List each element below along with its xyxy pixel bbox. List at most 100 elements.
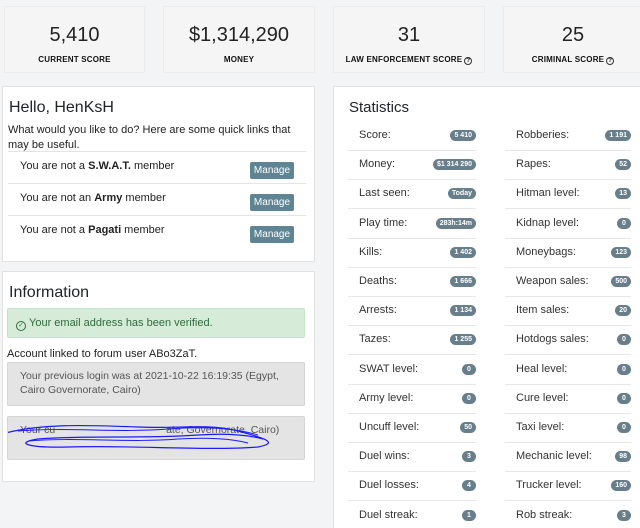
help-icon[interactable]: ? xyxy=(464,57,473,65)
stat-label: Mechanic level: xyxy=(516,450,592,463)
manage-army-button[interactable]: Manage xyxy=(250,194,294,211)
statistics-panel: Statistics Score: 5 410 Money: $1 314 290 La… xyxy=(333,86,640,528)
stat-label: Rob streak: xyxy=(516,508,573,521)
stat-row: Play time: 283h:14m xyxy=(348,210,476,239)
stat-row: Last seen: Today xyxy=(348,180,476,210)
membership-row-pagati: You are not a Pagati member Manage xyxy=(8,215,306,247)
stat-row: Item sales: 20 xyxy=(505,297,631,327)
membership-text: You are not an Army member xyxy=(20,192,166,204)
stat-value-badge: 0 xyxy=(617,363,631,375)
stat-value-badge: 1 666 xyxy=(450,276,476,287)
stat-value-badge: 0 xyxy=(617,422,631,433)
stat-row: Money: $1 314 290 xyxy=(348,151,476,181)
stat-label: Arrests: xyxy=(359,304,397,317)
stat-value-badge: 0 xyxy=(617,334,631,346)
membership-text: You are not a S.W.A.T. member xyxy=(20,160,175,172)
stat-row: Score: 5 410 xyxy=(348,122,476,151)
hello-intro: What would you like to do? Here are some… xyxy=(8,124,291,151)
stat-label: LAW ENFORCEMENT SCORE xyxy=(345,55,463,64)
email-verified-alert: ✓ Your email address has been verified. xyxy=(7,308,305,338)
manage-pagati-button[interactable]: Manage xyxy=(250,226,294,243)
stat-row: Duel losses: 4 xyxy=(348,472,476,502)
stat-value-badge: 13 xyxy=(615,188,631,200)
stat-row: Cure level: 0 xyxy=(505,385,631,414)
stat-row: Rapes: 52 xyxy=(505,151,631,181)
stat-row: Tazes: 1 255 xyxy=(348,326,476,356)
stat-value-badge: 160 xyxy=(611,480,631,492)
stat-value-badge: 50 xyxy=(460,422,476,433)
stat-label: Duel losses: xyxy=(359,479,419,492)
stat-row: Rob streak: 3 xyxy=(505,502,631,528)
stat-label-wrap: CRIMINAL SCORE? xyxy=(504,55,640,65)
stat-value-badge: 0 xyxy=(617,392,631,404)
membership-row-army: You are not an Army member Manage xyxy=(8,183,306,215)
stat-row: Army level: 0 xyxy=(348,385,476,414)
stat-value-badge: 4 xyxy=(462,480,476,492)
stat-row: Uncuff level: 50 xyxy=(348,414,476,443)
stat-label: Hitman level: xyxy=(516,187,580,200)
stat-value-badge: $1 314 290 xyxy=(432,159,476,171)
statistics-title: Statistics xyxy=(349,99,410,116)
manage-swat-button[interactable]: Manage xyxy=(250,162,294,179)
membership-row-swat: You are not a S.W.A.T. member Manage xyxy=(8,151,306,183)
stat-label: Tazes: xyxy=(359,333,391,346)
previous-login-box: Your previous login was at 2021-10-22 16… xyxy=(7,362,305,406)
stat-value-badge: 20 xyxy=(615,305,631,317)
stat-label-wrap: LAW ENFORCEMENT SCORE? xyxy=(334,55,484,65)
stat-row: Arrests: 1 134 xyxy=(348,297,476,327)
stat-row: Robberies: 1 191 xyxy=(505,122,631,151)
stat-value-badge: 3 xyxy=(617,509,631,521)
stat-value-badge: 52 xyxy=(615,159,631,171)
stat-label: Duel wins: xyxy=(359,450,410,463)
stat-label: Moneybags: xyxy=(516,245,576,258)
stat-card-criminal-score: 25 CRIMINAL SCORE? xyxy=(503,6,640,73)
stat-value: $1,314,290 xyxy=(188,24,290,46)
stat-value-badge: 1 402 xyxy=(450,246,476,258)
stat-label: Kidnap level: xyxy=(516,216,579,229)
stat-label: Duel streak: xyxy=(359,508,418,521)
stat-label: Taxi level: xyxy=(516,421,565,433)
stat-value-badge: 98 xyxy=(615,451,631,463)
redaction-scribble xyxy=(8,424,269,449)
stat-label: Last seen: xyxy=(359,187,410,200)
stat-value-badge: 500 xyxy=(611,276,631,287)
current-login-box: Your cu ate, Governorate, Cairo) xyxy=(7,416,305,460)
stat-card-money: $1,314,290 MONEY xyxy=(163,6,315,73)
stat-value: 25 xyxy=(561,24,585,46)
stat-row: Kidnap level: 0 xyxy=(505,210,631,239)
stat-card-current-score: 5,410 CURRENT SCORE xyxy=(4,6,145,73)
information-title: Information xyxy=(9,284,90,301)
stat-value-badge: Today xyxy=(447,188,476,200)
stat-row: Moneybags: 123 xyxy=(505,239,631,268)
stat-label: CURRENT SCORE xyxy=(38,55,111,64)
stat-value-badge: 0 xyxy=(462,392,476,404)
stat-label: Trucker level: xyxy=(516,479,582,492)
stat-label: Cure level: xyxy=(516,391,569,404)
stat-value: 5,410 xyxy=(49,24,100,46)
stat-label: Robberies: xyxy=(516,129,570,141)
stat-label: Deaths: xyxy=(359,275,397,287)
stat-label: SWAT level: xyxy=(359,362,419,375)
stat-label: MONEY xyxy=(223,55,255,64)
stat-row: Mechanic level: 98 xyxy=(505,443,631,473)
stat-row: Weapon sales: 500 xyxy=(505,268,631,297)
help-icon[interactable]: ? xyxy=(606,57,615,65)
stat-row: Kills: 1 402 xyxy=(348,239,476,268)
membership-text: You are not a Pagati member xyxy=(20,224,165,236)
hello-title: Hello, HenKsH xyxy=(9,99,114,116)
stat-label: Heal level: xyxy=(516,362,568,375)
stat-value: 31 xyxy=(397,24,421,46)
stat-row: SWAT level: 0 xyxy=(348,356,476,385)
stat-row: Taxi level: 0 xyxy=(505,414,631,443)
stat-label: CRIMINAL SCORE xyxy=(531,55,605,64)
stat-row: Duel wins: 3 xyxy=(348,443,476,473)
stat-value-badge: 1 134 xyxy=(450,305,476,317)
stat-value-badge: 1 255 xyxy=(450,334,476,346)
stat-card-law-enforcement-score: 31 LAW ENFORCEMENT SCORE? xyxy=(333,6,485,73)
stat-row: Heal level: 0 xyxy=(505,356,631,385)
stat-label: Money: xyxy=(359,158,396,171)
check-circle-icon: ✓ xyxy=(16,321,26,331)
stat-row: Trucker level: 160 xyxy=(505,472,631,502)
stat-row: Hotdogs sales: 0 xyxy=(505,326,631,356)
stat-label: Rapes: xyxy=(516,158,551,171)
